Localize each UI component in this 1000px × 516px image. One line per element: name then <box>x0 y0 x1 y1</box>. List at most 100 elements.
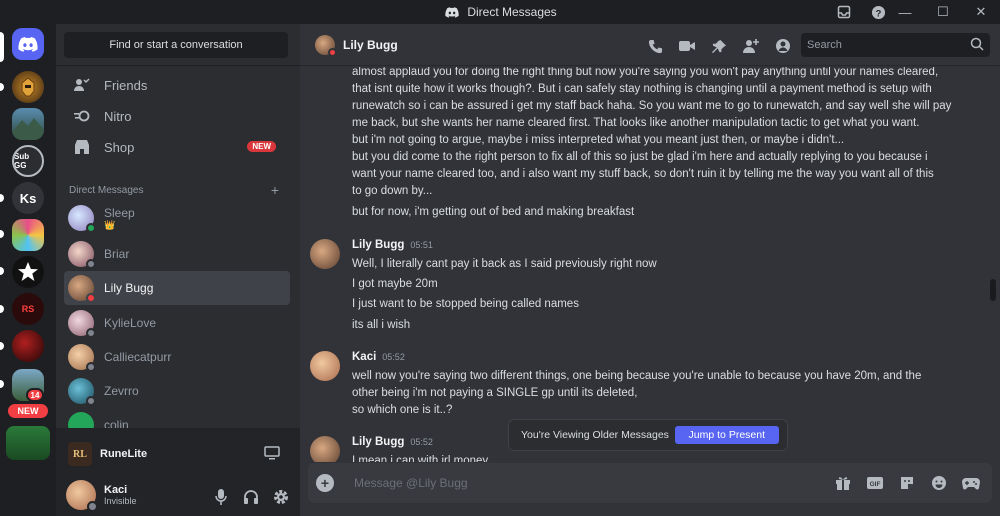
older-messages-text: You're Viewing Older Messages <box>521 429 669 441</box>
status-invisible-indicator <box>87 501 98 512</box>
message-line: so which one is it..? <box>352 404 453 416</box>
message-line: runewatch so i can be assured i get my s… <box>352 100 952 112</box>
message-avatar[interactable] <box>310 436 340 462</box>
stream-game-icon[interactable] <box>264 446 280 463</box>
emoji-icon[interactable] <box>930 474 948 492</box>
gift-icon[interactable] <box>834 474 852 492</box>
recipient-name[interactable]: Lily Bugg <box>343 38 398 52</box>
status-offline-indicator <box>86 259 96 269</box>
dm-sidebar: Find or start a conversation Friends Nit… <box>56 24 300 516</box>
chat-header-actions <box>646 37 792 55</box>
message-list: almost applaud you for doing the right t… <box>300 67 1000 462</box>
nitro-icon <box>72 106 92 126</box>
message-avatar[interactable] <box>310 239 340 269</box>
upload-plus-icon[interactable]: + <box>316 474 334 492</box>
status-offline-indicator <box>86 396 96 406</box>
add-friends-to-dm-icon[interactable] <box>742 37 760 55</box>
message-author[interactable]: Kaci <box>352 351 376 363</box>
dm-item-briar[interactable]: Briar <box>64 237 290 271</box>
message-line: to go down by... <box>352 185 433 197</box>
server-helmet[interactable] <box>12 71 44 103</box>
message-line: its all i wish <box>352 319 411 331</box>
unread-indicator <box>0 83 4 91</box>
dm-item-calliecatpurr[interactable]: Calliecatpurr <box>64 340 290 374</box>
help-icon[interactable]: ? <box>869 3 887 21</box>
message-line: I got maybe 20m <box>352 278 438 290</box>
user-profile-icon[interactable] <box>774 37 792 55</box>
server-colorful[interactable] <box>12 219 44 251</box>
nav-nitro[interactable]: Nitro <box>64 102 288 130</box>
activity-runelite[interactable]: RL RuneLite <box>62 436 290 472</box>
chat-search-placeholder: Search <box>807 39 842 51</box>
server-red-art[interactable] <box>12 330 44 362</box>
jump-to-present-button[interactable]: Jump to Present <box>674 426 779 444</box>
close-icon[interactable]: ✕ <box>962 0 1000 24</box>
video-call-icon[interactable] <box>678 37 696 55</box>
server-partial[interactable] <box>6 426 50 460</box>
dm-list-header: Direct Messages + <box>69 182 279 198</box>
server-rs-shopping[interactable]: RS <box>12 293 44 325</box>
message-line: well now you're saying two different thi… <box>352 370 922 382</box>
server-mountain[interactable] <box>12 108 44 140</box>
discord-logo-icon <box>443 3 461 21</box>
find-conversation-button[interactable]: Find or start a conversation <box>64 32 288 58</box>
message-author[interactable]: Lily Bugg <box>352 436 404 448</box>
minimize-icon[interactable]: — <box>886 0 924 24</box>
dm-item-zevrro[interactable]: Zevrro <box>64 374 290 408</box>
dm-item-sleep[interactable]: Sleep 👑 <box>64 201 290 235</box>
dm-item-kylielove[interactable]: KylieLove <box>64 306 290 340</box>
new-unreads-badge[interactable]: NEW <box>6 402 50 420</box>
inbox-icon[interactable] <box>835 3 853 21</box>
chat-area: Lily Bugg Search almost applaud you for … <box>300 24 1000 516</box>
gif-icon[interactable]: GIF <box>866 474 884 492</box>
divider <box>56 65 300 66</box>
user-status: Invisible <box>104 496 137 506</box>
message-line: that isnt quite how it works though?. Bu… <box>352 83 932 95</box>
user-controls <box>212 488 290 506</box>
sticker-icon[interactable] <box>898 474 916 492</box>
chat-search-input[interactable]: Search <box>801 33 990 57</box>
unread-indicator <box>0 267 4 275</box>
nav-shop[interactable]: Shop NEW <box>64 133 288 161</box>
message-composer: + Message @Lily Bugg GIF <box>308 463 992 503</box>
unread-indicator <box>0 230 4 238</box>
runelite-logo-icon: RL <box>68 442 92 466</box>
home-button[interactable] <box>12 28 44 60</box>
dm-subtext: 👑 <box>104 219 116 230</box>
older-messages-banner: You're Viewing Older Messages Jump to Pr… <box>508 419 788 451</box>
window-title-text: Direct Messages <box>467 5 557 19</box>
scrollbar-thumb[interactable] <box>990 279 996 301</box>
headphones-icon[interactable] <box>242 488 260 506</box>
server-star[interactable] <box>12 256 44 288</box>
message-avatar[interactable] <box>310 351 340 381</box>
nav-friends[interactable]: Friends <box>64 71 288 99</box>
home-selected-indicator <box>0 32 4 62</box>
current-user[interactable]: Kaci Invisible <box>66 480 137 512</box>
message-header: Kaci 05:52 <box>352 351 405 363</box>
status-dnd-indicator <box>86 293 96 303</box>
dm-name: Lily Bugg <box>104 281 154 295</box>
server-sub-gg[interactable]: Sub GG <box>12 145 44 177</box>
microphone-icon[interactable] <box>212 488 230 506</box>
dm-item-lily-bugg[interactable]: Lily Bugg <box>64 271 290 305</box>
message-author[interactable]: Lily Bugg <box>352 239 404 251</box>
unread-indicator <box>0 305 4 313</box>
activities-gamepad-icon[interactable] <box>962 474 980 492</box>
create-dm-icon[interactable]: + <box>271 182 279 198</box>
avatar <box>68 275 96 303</box>
pinned-messages-icon[interactable] <box>710 37 728 55</box>
dm-name: Zevrro <box>104 384 139 398</box>
avatar <box>68 241 96 269</box>
server-rs-label: RS <box>21 304 35 314</box>
message-input[interactable]: Message @Lily Bugg <box>354 476 468 490</box>
maximize-icon[interactable]: ☐ <box>924 0 962 24</box>
unread-indicator <box>0 342 4 350</box>
voice-call-icon[interactable] <box>646 37 664 55</box>
svg-text:?: ? <box>875 8 881 18</box>
message-timestamp: 05:52 <box>410 437 433 447</box>
settings-gear-icon[interactable] <box>272 488 290 506</box>
message-line: but i'm not going to argue, maybe i miss… <box>352 134 845 146</box>
message-timestamp: 05:51 <box>410 240 433 250</box>
server-ks[interactable]: Ks <box>12 182 44 214</box>
unread-indicator <box>0 194 4 202</box>
